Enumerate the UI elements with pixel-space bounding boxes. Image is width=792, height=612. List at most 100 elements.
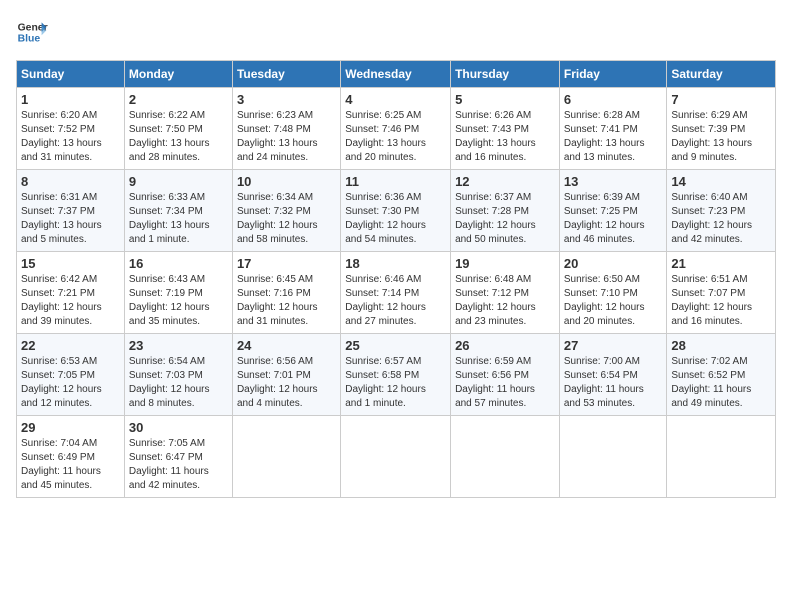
day-detail: Sunrise: 7:00 AM Sunset: 6:54 PM Dayligh… xyxy=(564,355,663,411)
day-cell-18: 18 Sunrise: 6:46 AM Sunset: 7:14 PM Dayli… xyxy=(341,252,451,334)
day-number: 2 xyxy=(129,92,228,107)
day-detail: Sunrise: 7:02 AM Sunset: 6:52 PM Dayligh… xyxy=(671,355,771,411)
calendar-table: SundayMondayTuesdayWednesdayThursdayFrid… xyxy=(16,60,776,498)
day-cell-2: 2 Sunrise: 6:22 AM Sunset: 7:50 PM Daylig… xyxy=(124,88,232,170)
day-detail: Sunrise: 6:57 AM Sunset: 6:58 PM Dayligh… xyxy=(345,355,446,411)
calendar-week-4: 22 Sunrise: 6:53 AM Sunset: 7:05 PM Dayli… xyxy=(17,334,776,416)
day-number: 17 xyxy=(237,256,336,271)
day-cell-17: 17 Sunrise: 6:45 AM Sunset: 7:16 PM Dayli… xyxy=(232,252,340,334)
day-number: 15 xyxy=(21,256,120,271)
day-number: 27 xyxy=(564,338,663,353)
calendar-week-5: 29 Sunrise: 7:04 AM Sunset: 6:49 PM Dayli… xyxy=(17,416,776,498)
day-detail: Sunrise: 6:33 AM Sunset: 7:34 PM Dayligh… xyxy=(129,191,228,247)
day-cell-7: 7 Sunrise: 6:29 AM Sunset: 7:39 PM Daylig… xyxy=(667,88,776,170)
day-detail: Sunrise: 7:05 AM Sunset: 6:47 PM Dayligh… xyxy=(129,437,228,493)
day-number: 7 xyxy=(671,92,771,107)
day-cell-29: 29 Sunrise: 7:04 AM Sunset: 6:49 PM Dayli… xyxy=(17,416,125,498)
day-detail: Sunrise: 7:04 AM Sunset: 6:49 PM Dayligh… xyxy=(21,437,120,493)
day-detail: Sunrise: 6:56 AM Sunset: 7:01 PM Dayligh… xyxy=(237,355,336,411)
day-number: 23 xyxy=(129,338,228,353)
day-number: 19 xyxy=(455,256,555,271)
day-detail: Sunrise: 6:53 AM Sunset: 7:05 PM Dayligh… xyxy=(21,355,120,411)
day-number: 20 xyxy=(564,256,663,271)
col-header-monday: Monday xyxy=(124,61,232,88)
day-number: 13 xyxy=(564,174,663,189)
day-cell-1: 1Sunrise: 6:20 AM Sunset: 7:52 PM Daylig… xyxy=(17,88,125,170)
day-number: 29 xyxy=(21,420,120,435)
day-cell-11: 11 Sunrise: 6:36 AM Sunset: 7:30 PM Dayli… xyxy=(341,170,451,252)
day-cell-10: 10 Sunrise: 6:34 AM Sunset: 7:32 PM Dayli… xyxy=(232,170,340,252)
day-number: 26 xyxy=(455,338,555,353)
col-header-saturday: Saturday xyxy=(667,61,776,88)
col-header-friday: Friday xyxy=(559,61,667,88)
day-detail: Sunrise: 6:51 AM Sunset: 7:07 PM Dayligh… xyxy=(671,273,771,329)
logo-icon: General Blue xyxy=(16,16,48,48)
day-cell-23: 23 Sunrise: 6:54 AM Sunset: 7:03 PM Dayli… xyxy=(124,334,232,416)
day-detail: Sunrise: 6:45 AM Sunset: 7:16 PM Dayligh… xyxy=(237,273,336,329)
day-number: 5 xyxy=(455,92,555,107)
day-number: 18 xyxy=(345,256,446,271)
day-cell-5: 5 Sunrise: 6:26 AM Sunset: 7:43 PM Daylig… xyxy=(451,88,560,170)
day-number: 25 xyxy=(345,338,446,353)
day-cell-24: 24 Sunrise: 6:56 AM Sunset: 7:01 PM Dayli… xyxy=(232,334,340,416)
day-cell-28: 28 Sunrise: 7:02 AM Sunset: 6:52 PM Dayli… xyxy=(667,334,776,416)
day-detail: Sunrise: 6:22 AM Sunset: 7:50 PM Dayligh… xyxy=(129,109,228,165)
col-header-tuesday: Tuesday xyxy=(232,61,340,88)
day-detail: Sunrise: 6:26 AM Sunset: 7:43 PM Dayligh… xyxy=(455,109,555,165)
day-cell-26: 26 Sunrise: 6:59 AM Sunset: 6:56 PM Dayli… xyxy=(451,334,560,416)
day-cell-19: 19 Sunrise: 6:48 AM Sunset: 7:12 PM Dayli… xyxy=(451,252,560,334)
day-number: 12 xyxy=(455,174,555,189)
day-detail: Sunrise: 6:31 AM Sunset: 7:37 PM Dayligh… xyxy=(21,191,120,247)
day-detail: Sunrise: 6:46 AM Sunset: 7:14 PM Dayligh… xyxy=(345,273,446,329)
calendar-header-row: SundayMondayTuesdayWednesdayThursdayFrid… xyxy=(17,61,776,88)
day-cell-25: 25 Sunrise: 6:57 AM Sunset: 6:58 PM Dayli… xyxy=(341,334,451,416)
day-detail: Sunrise: 6:50 AM Sunset: 7:10 PM Dayligh… xyxy=(564,273,663,329)
empty-cell xyxy=(341,416,451,498)
day-number: 8 xyxy=(21,174,120,189)
day-detail: Sunrise: 6:43 AM Sunset: 7:19 PM Dayligh… xyxy=(129,273,228,329)
day-number: 6 xyxy=(564,92,663,107)
day-number: 14 xyxy=(671,174,771,189)
day-cell-16: 16 Sunrise: 6:43 AM Sunset: 7:19 PM Dayli… xyxy=(124,252,232,334)
day-cell-9: 9Sunrise: 6:33 AM Sunset: 7:34 PM Daylig… xyxy=(124,170,232,252)
day-cell-4: 4 Sunrise: 6:25 AM Sunset: 7:46 PM Daylig… xyxy=(341,88,451,170)
day-number: 16 xyxy=(129,256,228,271)
day-detail: Sunrise: 6:42 AM Sunset: 7:21 PM Dayligh… xyxy=(21,273,120,329)
svg-text:Blue: Blue xyxy=(18,34,41,45)
day-number: 11 xyxy=(345,174,446,189)
day-number: 28 xyxy=(671,338,771,353)
day-detail: Sunrise: 6:23 AM Sunset: 7:48 PM Dayligh… xyxy=(237,109,336,165)
day-detail: Sunrise: 6:28 AM Sunset: 7:41 PM Dayligh… xyxy=(564,109,663,165)
day-detail: Sunrise: 6:34 AM Sunset: 7:32 PM Dayligh… xyxy=(237,191,336,247)
day-number: 3 xyxy=(237,92,336,107)
day-detail: Sunrise: 6:40 AM Sunset: 7:23 PM Dayligh… xyxy=(671,191,771,247)
day-cell-6: 6 Sunrise: 6:28 AM Sunset: 7:41 PM Daylig… xyxy=(559,88,667,170)
day-cell-27: 27 Sunrise: 7:00 AM Sunset: 6:54 PM Dayli… xyxy=(559,334,667,416)
day-cell-22: 22 Sunrise: 6:53 AM Sunset: 7:05 PM Dayli… xyxy=(17,334,125,416)
empty-cell xyxy=(451,416,560,498)
col-header-wednesday: Wednesday xyxy=(341,61,451,88)
day-cell-15: 15 Sunrise: 6:42 AM Sunset: 7:21 PM Dayli… xyxy=(17,252,125,334)
day-cell-30: 30 Sunrise: 7:05 AM Sunset: 6:47 PM Dayli… xyxy=(124,416,232,498)
day-detail: Sunrise: 6:36 AM Sunset: 7:30 PM Dayligh… xyxy=(345,191,446,247)
day-cell-21: 21 Sunrise: 6:51 AM Sunset: 7:07 PM Dayli… xyxy=(667,252,776,334)
logo: General Blue xyxy=(16,16,48,48)
day-cell-13: 13Sunrise: 6:39 AM Sunset: 7:25 PM Dayli… xyxy=(559,170,667,252)
day-number: 24 xyxy=(237,338,336,353)
day-cell-8: 8 Sunrise: 6:31 AM Sunset: 7:37 PM Daylig… xyxy=(17,170,125,252)
day-number: 4 xyxy=(345,92,446,107)
day-number: 22 xyxy=(21,338,120,353)
day-detail: Sunrise: 6:48 AM Sunset: 7:12 PM Dayligh… xyxy=(455,273,555,329)
day-number: 30 xyxy=(129,420,228,435)
day-detail: Sunrise: 6:25 AM Sunset: 7:46 PM Dayligh… xyxy=(345,109,446,165)
day-cell-14: 14 Sunrise: 6:40 AM Sunset: 7:23 PM Dayli… xyxy=(667,170,776,252)
day-detail: Sunrise: 6:59 AM Sunset: 6:56 PM Dayligh… xyxy=(455,355,555,411)
day-number: 21 xyxy=(671,256,771,271)
header: General Blue xyxy=(16,16,776,48)
col-header-thursday: Thursday xyxy=(451,61,560,88)
day-detail: Sunrise: 6:54 AM Sunset: 7:03 PM Dayligh… xyxy=(129,355,228,411)
calendar-week-3: 15 Sunrise: 6:42 AM Sunset: 7:21 PM Dayli… xyxy=(17,252,776,334)
day-detail: Sunrise: 6:29 AM Sunset: 7:39 PM Dayligh… xyxy=(671,109,771,165)
day-number: 10 xyxy=(237,174,336,189)
empty-cell xyxy=(559,416,667,498)
